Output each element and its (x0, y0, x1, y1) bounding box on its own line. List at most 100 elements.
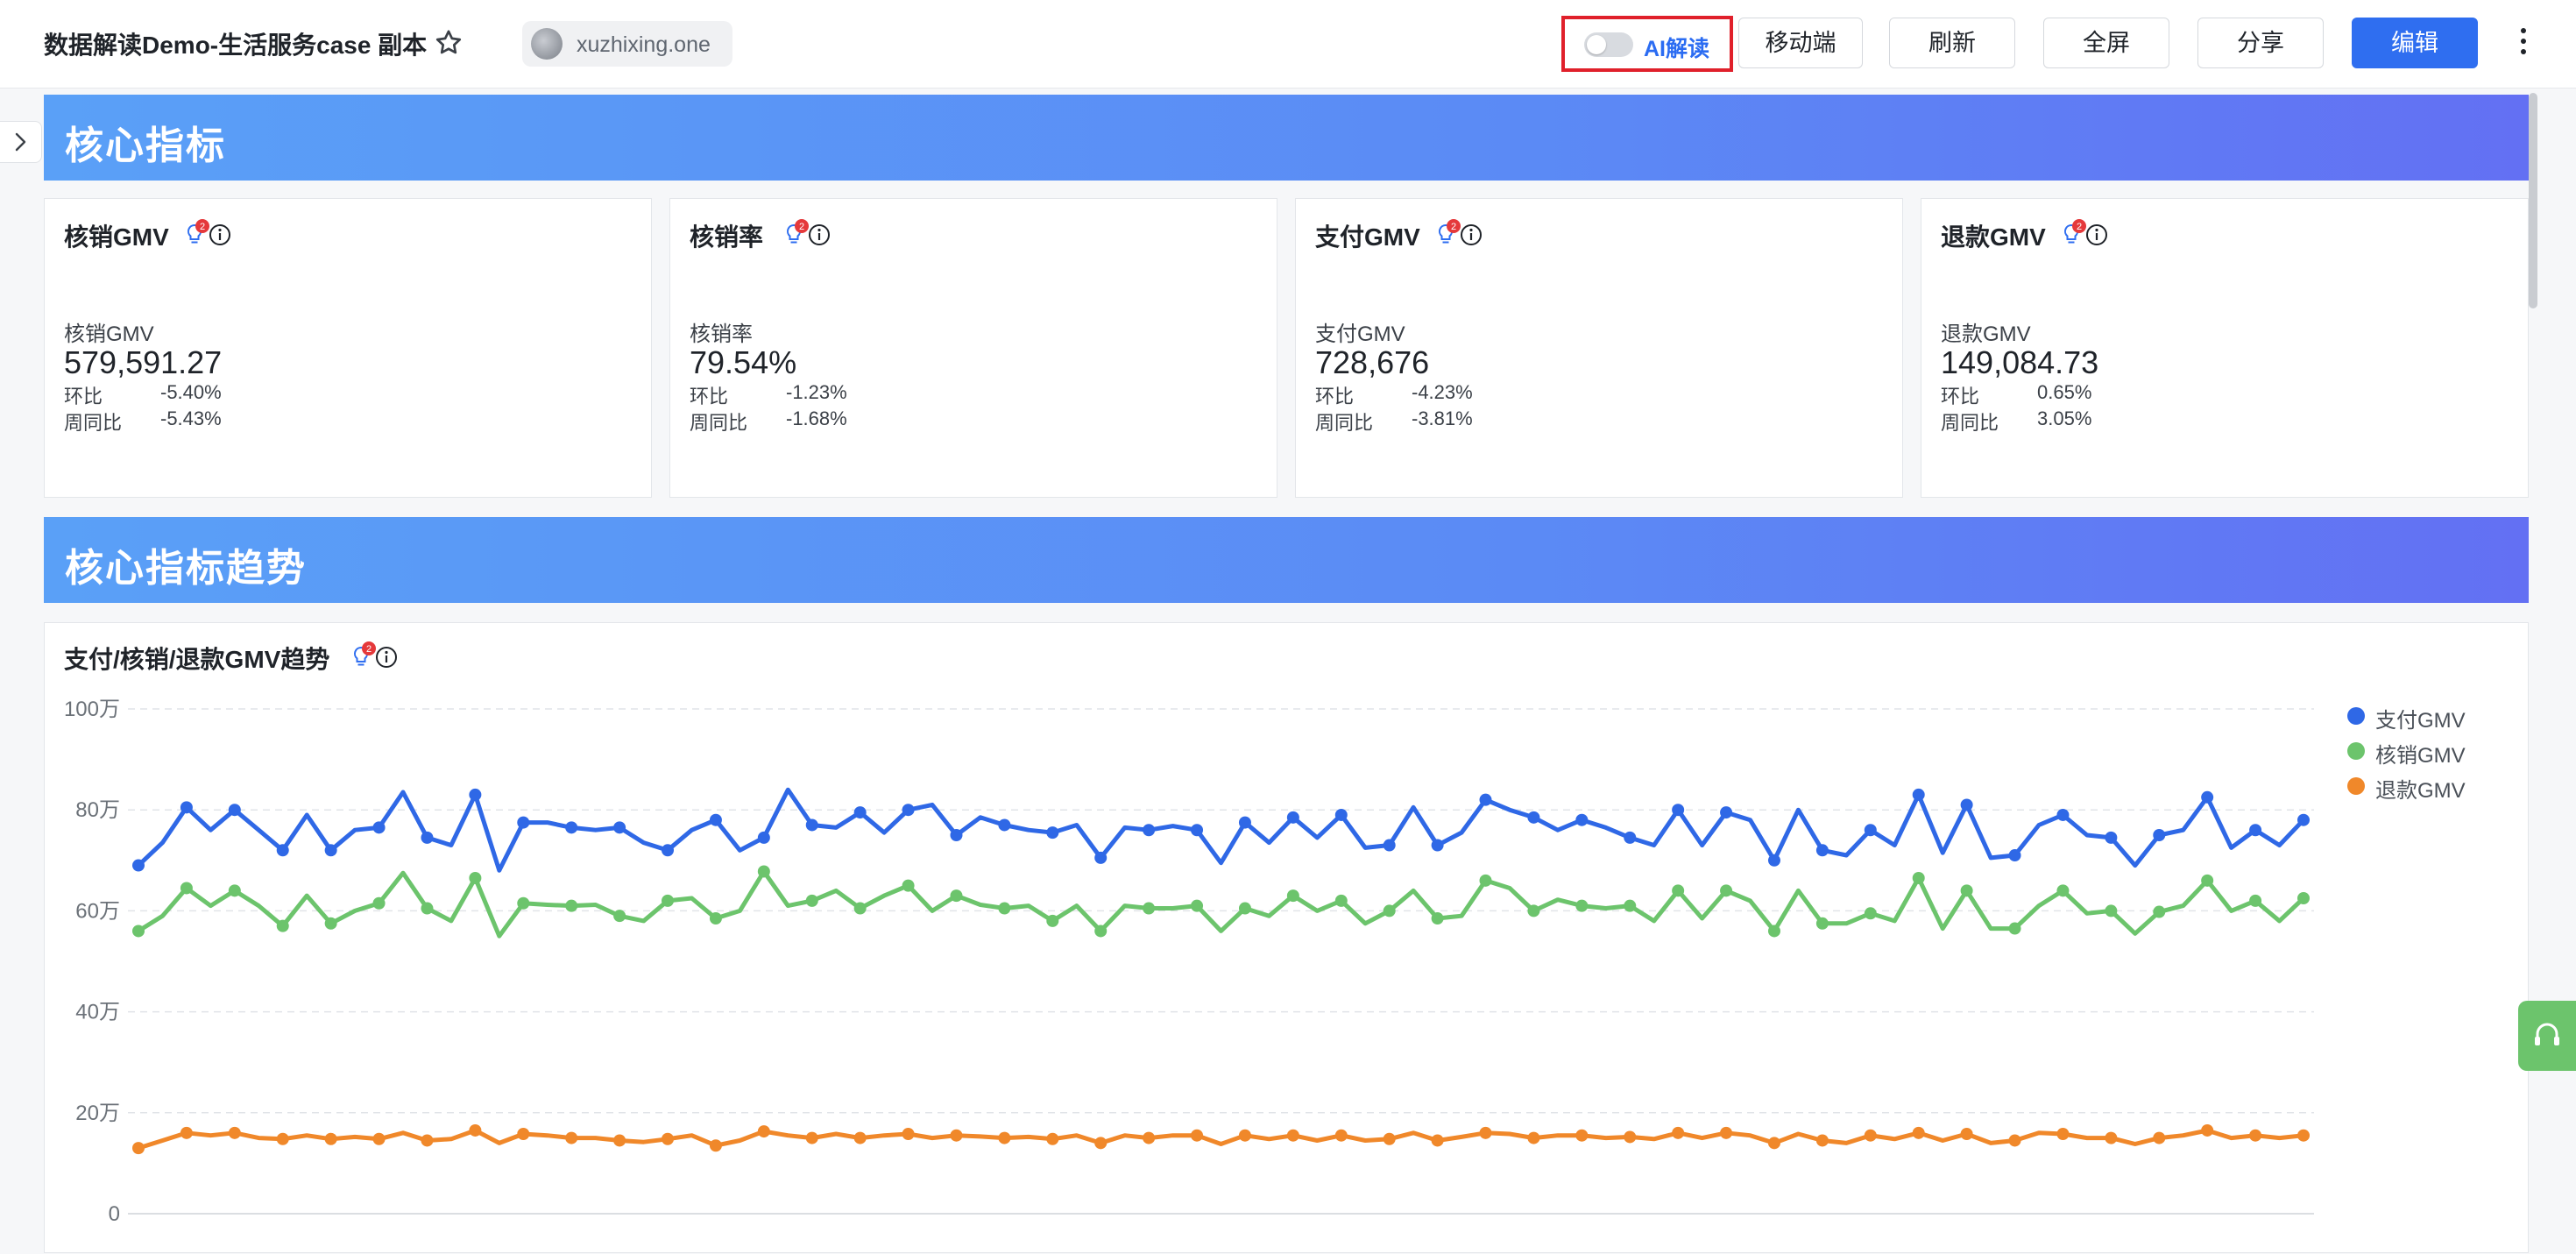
mom-label: 环比 (690, 386, 729, 407)
data-point (1960, 884, 1973, 897)
data-point (372, 1132, 386, 1145)
data-point (469, 788, 482, 801)
data-point (2153, 905, 2166, 918)
wow-value: -5.43% (160, 407, 222, 429)
y-tick-label: 60万 (75, 899, 120, 923)
data-point (613, 910, 626, 923)
data-point (1191, 1129, 1204, 1142)
data-point (613, 821, 626, 834)
y-tick-label: 20万 (75, 1102, 120, 1125)
page-title: 数据解读Demo-生活服务case 副本 (44, 32, 428, 59)
star-icon[interactable] (433, 27, 464, 59)
data-point (998, 1131, 1011, 1144)
data-point (421, 902, 434, 915)
wow-value: -1.68% (786, 407, 847, 429)
sidebar-expand-handle[interactable] (0, 121, 42, 163)
data-point (2153, 1131, 2166, 1144)
owner-chip[interactable]: xuzhixing.one (522, 21, 732, 67)
data-point (1720, 806, 1733, 819)
data-point (517, 1127, 530, 1140)
edit-button[interactable]: 编辑 (2352, 18, 2478, 68)
data-point (1479, 793, 1492, 806)
data-point (2201, 790, 2214, 804)
chevron-right-icon (15, 132, 26, 152)
top-bar: 数据解读Demo-生活服务case 副本 xuzhixing.one AI解读 … (0, 0, 2576, 89)
data-point (1960, 1127, 1973, 1140)
data-point (1431, 1134, 1444, 1147)
data-point (1864, 1129, 1877, 1142)
data-point (469, 871, 482, 884)
data-point (2297, 1129, 2310, 1142)
y-tick-label: 40万 (75, 1001, 120, 1024)
data-point (805, 1131, 818, 1144)
data-point (1672, 804, 1685, 817)
data-point (1815, 1134, 1829, 1147)
mom-label: 环比 (1315, 386, 1355, 407)
data-point (1527, 904, 1540, 917)
data-point (2008, 849, 2021, 862)
toggle-switch[interactable] (1584, 32, 1633, 57)
series-line (137, 869, 2305, 939)
data-point (998, 902, 1011, 915)
data-point (1912, 788, 1925, 801)
series-line (137, 787, 2305, 873)
data-point (1960, 798, 1973, 811)
badge-count: 2 (200, 222, 205, 232)
page-scrollbar[interactable] (2529, 93, 2537, 308)
line-chart[interactable]: 0 20万 40万 60万 80万 100万 (45, 623, 2530, 1254)
data-point (228, 804, 241, 817)
data-point (950, 889, 963, 903)
section-banner-trend: 核心指标趋势 (44, 517, 2529, 603)
data-point (2008, 1134, 2021, 1147)
data-point (1383, 904, 1396, 917)
mobile-button[interactable]: 移动端 (1738, 18, 1863, 68)
info-icon[interactable] (209, 224, 230, 245)
data-point (1624, 1130, 1637, 1144)
mom-value: 0.65% (2037, 381, 2092, 403)
data-point (1912, 1126, 1925, 1139)
data-point (1094, 1137, 1108, 1150)
data-point (421, 831, 434, 844)
data-point (2056, 1127, 2070, 1140)
share-button[interactable]: 分享 (2197, 18, 2324, 68)
data-point (1238, 1129, 1251, 1142)
refresh-button[interactable]: 刷新 (1889, 18, 2015, 68)
card-title: 核销GMV (64, 223, 169, 251)
data-point (2105, 1131, 2118, 1144)
data-point (902, 804, 915, 817)
more-icon[interactable] (2516, 25, 2530, 63)
data-point (324, 844, 337, 857)
data-point (2105, 831, 2118, 844)
data-point (1527, 1131, 1540, 1144)
data-point (709, 912, 722, 925)
data-point (2105, 904, 2118, 917)
data-point (276, 844, 289, 857)
ai-interpret-toggle[interactable]: AI解读 (1561, 16, 1733, 72)
data-point (1286, 889, 1299, 903)
info-icon[interactable] (809, 224, 830, 245)
data-point (1383, 1132, 1396, 1145)
data-point (2056, 808, 2070, 821)
data-point (1046, 914, 1059, 927)
mom-label: 环比 (64, 386, 103, 407)
data-point (757, 831, 770, 844)
info-icon[interactable] (1461, 224, 1482, 245)
data-point (1479, 1126, 1492, 1139)
data-point (469, 1123, 482, 1137)
metric-label: 支付GMV (1315, 322, 1405, 346)
headset-icon (2535, 1023, 2559, 1045)
metric-label: 核销GMV (64, 322, 154, 346)
data-point (228, 884, 241, 897)
data-point (1046, 1132, 1059, 1145)
support-float-button[interactable] (2518, 1001, 2576, 1071)
data-point (1479, 874, 1492, 887)
fullscreen-button[interactable]: 全屏 (2043, 18, 2169, 68)
data-point (1431, 839, 1444, 852)
info-icon[interactable] (2086, 224, 2107, 245)
data-point (228, 1126, 241, 1139)
legend-label: 支付GMV (2375, 709, 2466, 733)
data-point (2249, 824, 2262, 837)
kpi-card: 核销率 2 核销率 79.54% 环比 -1.23% 周同比 -1.68% (669, 198, 1277, 498)
data-point (1575, 899, 1589, 912)
data-point (902, 879, 915, 892)
